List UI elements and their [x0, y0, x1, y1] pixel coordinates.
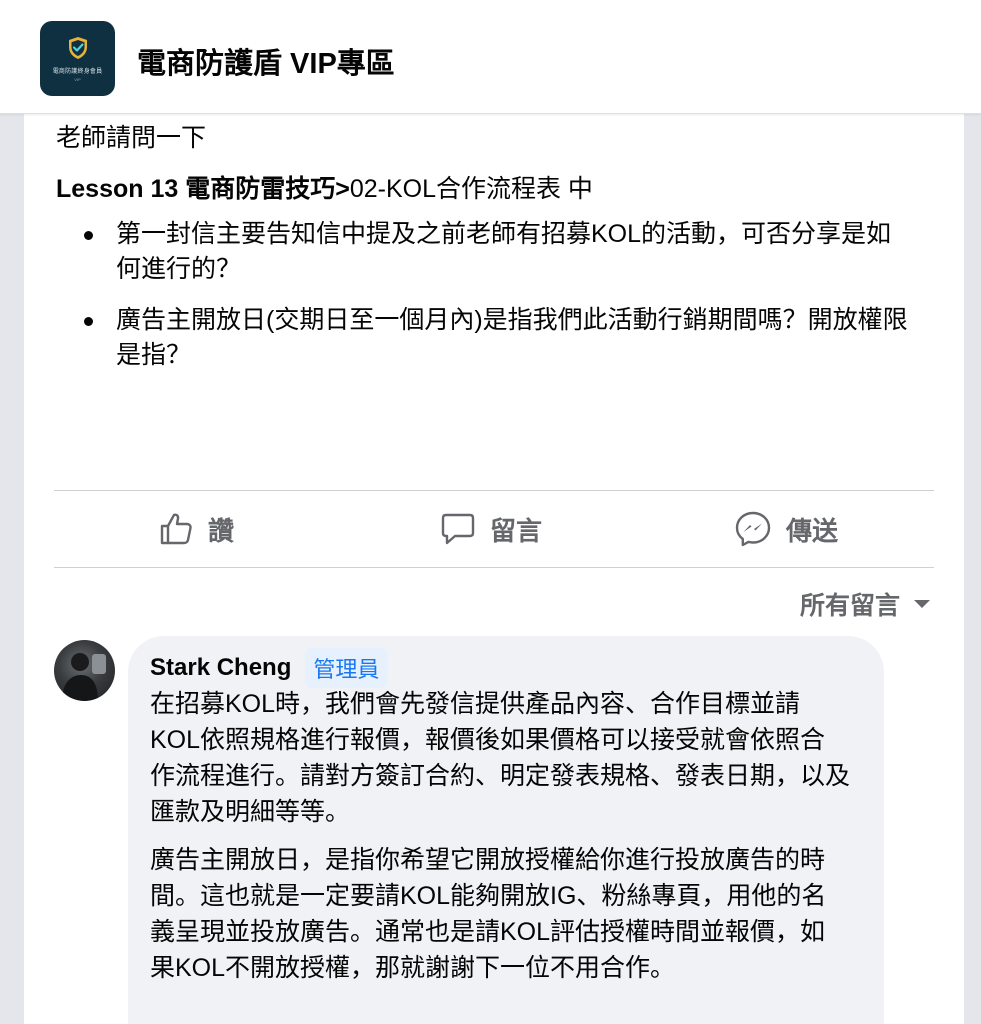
group-logo[interactable]: 電商防護終身會員 VIP — [40, 21, 115, 96]
share-label: 傳送 — [786, 515, 839, 546]
divider-bottom — [54, 567, 934, 568]
post-lesson-rest: 02-KOL合作流程表 中 — [349, 175, 593, 203]
comment-paragraph: 在招募KOL時，我們會先發信提供產品內容、合作目標並請KOL依照規格進行報價，報… — [150, 690, 851, 826]
group-header: 電商防護終身會員 VIP 電商防護盾 VIP專區 — [0, 0, 981, 114]
comment-paragraph: 廣告主開放日，是指你希望它開放授權給你進行投放廣告的時間。這也就是一定要請KOL… — [150, 846, 827, 982]
avatar[interactable] — [54, 640, 115, 701]
post-bullet-list: 第一封信主要告知信中提及之前老師有招募KOL的活動，可否分享是如何進行的？ 廣告… — [84, 217, 914, 389]
logo-sub: VIP — [74, 77, 81, 82]
bullet-text: 廣告主開放日(交期日至一個月內)是指我們此活動行銷期間嗎？開放權限是指？ — [116, 306, 908, 369]
thumbs-up-icon — [160, 513, 192, 545]
logo-text: 電商防護終身會員 — [52, 69, 103, 75]
bullet-dot — [84, 231, 93, 240]
list-item: 第一封信主要告知信中提及之前老師有招募KOL的活動，可否分享是如何進行的？ — [84, 217, 914, 287]
comment-bubble: Stark Cheng 管理員 在招募KOL時，我們會先發信提供產品內容、合作目… — [128, 636, 884, 1024]
post-card: 老師請問一下 Lesson 13 電商防雷技巧>02-KOL合作流程表 中 第一… — [24, 114, 964, 1024]
admin-badge: 管理員 — [305, 648, 388, 688]
like-button[interactable]: 讚 — [158, 509, 234, 549]
comment-sort-dropdown[interactable]: 所有留言 — [800, 586, 930, 622]
like-label: 讚 — [208, 515, 235, 546]
comment-author-row: Stark Cheng 管理員 — [150, 648, 388, 688]
comment-label: 留言 — [490, 515, 543, 546]
group-title[interactable]: 電商防護盾 VIP專區 — [137, 40, 395, 82]
post-intro: 老師請問一下 — [56, 124, 207, 152]
shield-check-icon — [68, 37, 87, 59]
bullet-dot — [84, 317, 93, 326]
bullet-text: 第一封信主要告知信中提及之前老師有招募KOL的活動，可否分享是如何進行的？ — [116, 220, 892, 283]
post-lesson-bold: Lesson 13 電商防雷技巧> — [56, 175, 350, 203]
post-lesson: Lesson 13 電商防雷技巧>02-KOL合作流程表 中 — [56, 169, 593, 205]
share-button[interactable]: 傳送 — [734, 509, 838, 549]
avatar-photo — [62, 653, 106, 701]
caret-down-icon — [914, 600, 930, 608]
comment-author[interactable]: Stark Cheng — [150, 654, 291, 682]
comment-sort-label: 所有留言 — [799, 592, 900, 620]
speech-bubble-icon — [441, 513, 475, 545]
comment-button[interactable]: 留言 — [440, 509, 542, 549]
post-action-bar: 讚 留言 傳送 — [54, 491, 934, 567]
list-item: 廣告主開放日(交期日至一個月內)是指我們此活動行銷期間嗎？開放權限是指？ — [84, 303, 914, 373]
messenger-icon — [735, 511, 771, 547]
